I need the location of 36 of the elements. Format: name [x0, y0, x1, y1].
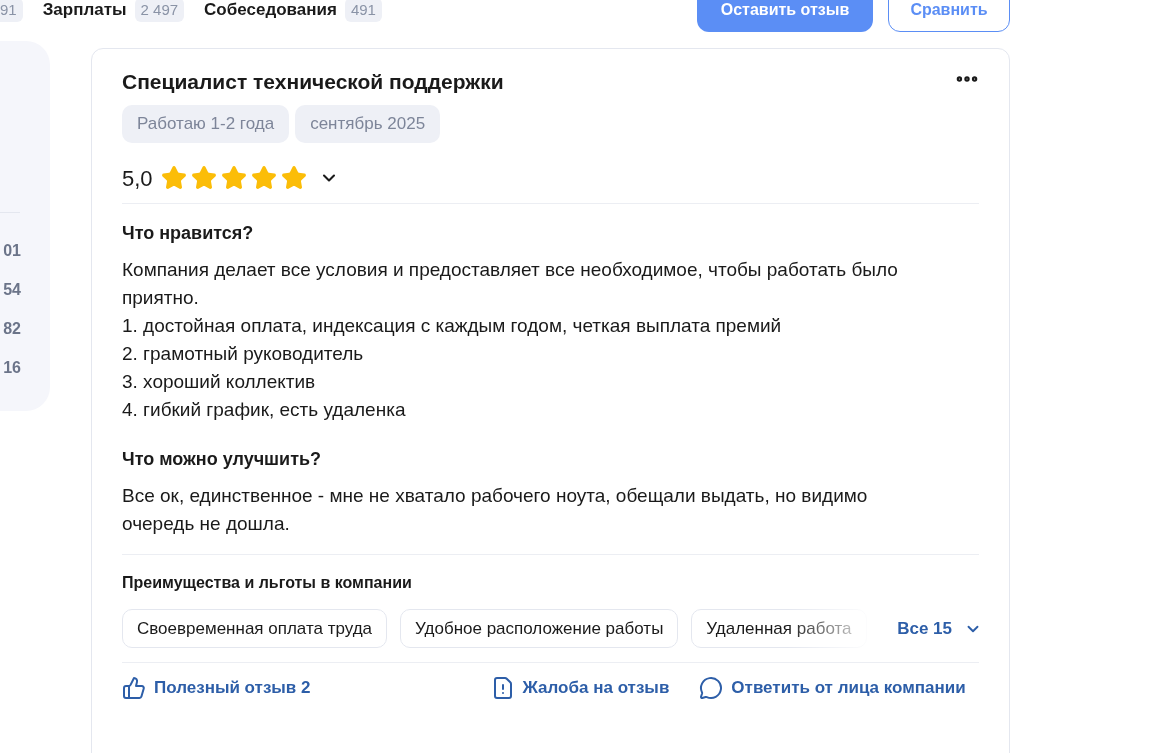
count-text: 16	[3, 358, 21, 378]
section-title: Что можно улучшить?	[122, 448, 323, 471]
count-badge: 91	[0, 0, 23, 22]
tag: сентябрь 2025	[295, 105, 441, 143]
count-text: 54	[3, 280, 21, 300]
benefit-chip: Удобное расположение работы	[400, 609, 679, 648]
rating-value: 5,0	[122, 164, 153, 193]
star-icon	[190, 165, 217, 191]
star-icon	[250, 165, 277, 191]
action-link[interactable]: Жалоба на отзыв	[490, 675, 670, 701]
section-title: Что нравится?	[122, 222, 255, 245]
show-all-button[interactable]: Все 15	[897, 615, 982, 642]
count-badge: 491	[344, 0, 382, 22]
benefit-chip: Своевременная оплата труда	[122, 609, 388, 648]
review-text: 4. гибкий график, есть удаленка	[122, 398, 407, 422]
count-text: 01	[3, 241, 21, 261]
action-link[interactable]: Полезный отзыв 2	[122, 675, 311, 701]
benefit-chip: Удаленная работа	[691, 609, 867, 648]
star-icon	[280, 165, 307, 191]
star-icon	[160, 165, 187, 191]
tag: Работаю 1-2 года	[122, 105, 290, 143]
thumbs-up-icon	[122, 675, 146, 700]
action-link[interactable]: Ответить от лица компании	[699, 675, 966, 701]
review-text: Все ок, единственное - мне не хватало рабочего ноута, обещали выдать, но видимо очередь не дошла.	[122, 484, 869, 536]
review-text: 3. хороший коллектив	[122, 370, 317, 394]
star-icon	[220, 165, 247, 191]
chat-icon	[699, 675, 724, 700]
review-text: 2. грамотный руководитель	[122, 342, 365, 366]
count-badge: 2 497	[134, 0, 185, 22]
review-title: Специалист технической поддержки	[122, 69, 504, 95]
review-text: 1. достойная оплата, индексация с каждым годом, четкая выплата премий	[122, 314, 783, 338]
benefits-title: Преимущества и льготы в компании	[122, 573, 413, 593]
count-text: 82	[3, 319, 21, 339]
review-text: Компания делает все условия и предоставляет все необходимое, чтобы работать было приятно.	[122, 258, 899, 310]
tab-label[interactable]: Собеседования	[204, 0, 337, 23]
tab-label[interactable]: Зарплаты	[42, 0, 127, 23]
